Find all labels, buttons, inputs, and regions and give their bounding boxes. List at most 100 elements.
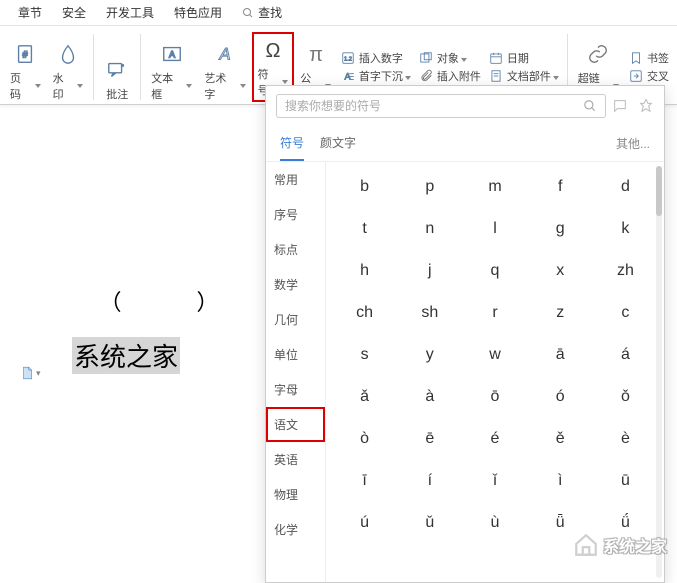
category-化学[interactable]: 化学 <box>266 512 325 547</box>
category-语文[interactable]: 语文 <box>266 407 325 442</box>
scrollbar-thumb[interactable] <box>656 166 662 216</box>
symbol-cell[interactable]: g <box>528 208 593 250</box>
symbol-cell[interactable]: ch <box>332 292 397 334</box>
symbol-cell[interactable]: b <box>332 166 397 208</box>
category-单位[interactable]: 单位 <box>266 337 325 372</box>
symbol-cell[interactable]: ǔ <box>397 502 462 544</box>
symbol-search-input[interactable] <box>285 99 583 113</box>
symbol-cell[interactable]: w <box>462 334 527 376</box>
menu-chapter[interactable]: 章节 <box>18 4 42 21</box>
symbol-cell[interactable]: é <box>462 418 527 460</box>
search-icon[interactable] <box>583 99 597 113</box>
menu-security[interactable]: 安全 <box>62 4 86 21</box>
symbol-cell[interactable]: y <box>397 334 462 376</box>
category-序号[interactable]: 序号 <box>266 197 325 232</box>
symbol-search[interactable] <box>276 94 606 118</box>
find-action[interactable]: 查找 <box>242 4 282 21</box>
symbol-cell[interactable]: x <box>528 250 593 292</box>
symbol-cell[interactable]: ù <box>462 502 527 544</box>
menubar: 章节 安全 开发工具 特色应用 查找 <box>0 0 677 26</box>
symbol-cell[interactable]: ā <box>528 334 593 376</box>
body-text: 系统之家 <box>72 337 180 374</box>
symbol-cell[interactable]: zh <box>593 250 658 292</box>
chat-icon[interactable] <box>612 98 628 114</box>
symbol-cell[interactable]: l <box>462 208 527 250</box>
symbol-cell[interactable]: r <box>462 292 527 334</box>
parentheses-text: （ ） <box>72 285 252 317</box>
tab-other[interactable]: 其他... <box>616 135 650 152</box>
symbol-cell[interactable]: m <box>462 166 527 208</box>
calendar-icon <box>489 51 503 65</box>
symbol-cell[interactable]: ǎ <box>332 376 397 418</box>
attachment-button[interactable]: 插入附件 <box>419 68 481 84</box>
wordart-button[interactable]: A 艺术字 <box>198 32 251 102</box>
menu-devtools[interactable]: 开发工具 <box>106 4 154 21</box>
doc-parts-button[interactable]: 文档部件 <box>489 68 559 84</box>
category-常用[interactable]: 常用 <box>266 162 325 197</box>
wordart-icon: A <box>214 43 236 65</box>
number-icon: 1.2 <box>341 51 355 65</box>
object-icon <box>419 51 433 65</box>
document-page[interactable]: （ ） 系统之家 <box>72 285 252 374</box>
symbol-cell[interactable]: à <box>397 376 462 418</box>
insert-number-button[interactable]: 1.2 插入数字 <box>341 50 411 66</box>
symbol-cell[interactable]: f <box>528 166 593 208</box>
symbol-cell[interactable]: z <box>528 292 593 334</box>
symbol-cell[interactable]: t <box>332 208 397 250</box>
symbol-cell[interactable]: p <box>397 166 462 208</box>
category-物理[interactable]: 物理 <box>266 477 325 512</box>
symbol-cell[interactable]: ō <box>462 376 527 418</box>
symbol-cell[interactable]: í <box>397 460 462 502</box>
symbol-cell[interactable]: ī <box>332 460 397 502</box>
document-icon <box>20 365 34 381</box>
category-英语[interactable]: 英语 <box>266 442 325 477</box>
symbol-cell[interactable]: j <box>397 250 462 292</box>
scrollbar[interactable] <box>656 166 662 578</box>
symbol-cell[interactable]: s <box>332 334 397 376</box>
category-list: 常用序号标点数学几何单位字母语文英语物理化学 <box>266 162 326 582</box>
annotate-button[interactable]: 批注 <box>98 32 136 102</box>
crossref-button[interactable]: 交叉 <box>629 68 669 84</box>
symbol-cell[interactable]: ǐ <box>462 460 527 502</box>
tab-emoji[interactable]: 颜文字 <box>320 126 356 161</box>
paperclip-icon <box>419 69 433 83</box>
symbol-cell[interactable]: ě <box>528 418 593 460</box>
bookmark-button[interactable]: 书签 <box>629 50 669 66</box>
symbol-cell[interactable]: è <box>593 418 658 460</box>
category-字母[interactable]: 字母 <box>266 372 325 407</box>
symbol-cell[interactable]: n <box>397 208 462 250</box>
symbol-cell[interactable]: c <box>593 292 658 334</box>
symbol-cell[interactable]: ē <box>397 418 462 460</box>
svg-text:#: # <box>23 50 29 60</box>
symbol-cell[interactable]: ū <box>593 460 658 502</box>
textbox-button[interactable]: A 文本框 <box>145 32 198 102</box>
symbol-cell[interactable]: h <box>332 250 397 292</box>
symbol-cell[interactable]: sh <box>397 292 462 334</box>
category-标点[interactable]: 标点 <box>266 232 325 267</box>
symbol-cell[interactable]: d <box>593 166 658 208</box>
page-number-button[interactable]: # 页码 <box>4 32 47 102</box>
symbol-cell[interactable]: ǒ <box>593 376 658 418</box>
pin-icon[interactable] <box>638 98 654 114</box>
symbol-cell[interactable]: k <box>593 208 658 250</box>
symbol-cell[interactable]: ì <box>528 460 593 502</box>
watermark-button[interactable]: 水印 <box>47 32 90 102</box>
crossref-icon <box>629 69 643 83</box>
category-数学[interactable]: 数学 <box>266 267 325 302</box>
symbol-cell[interactable]: ó <box>528 376 593 418</box>
category-几何[interactable]: 几何 <box>266 302 325 337</box>
symbol-cell[interactable]: ò <box>332 418 397 460</box>
drop-cap-button[interactable]: A 首字下沉 <box>341 68 411 84</box>
tab-symbols[interactable]: 符号 <box>280 126 304 161</box>
svg-text:π: π <box>309 44 323 66</box>
symbol-cell[interactable]: ú <box>332 502 397 544</box>
navigation-pane-button[interactable]: ▾ <box>20 365 41 381</box>
date-button[interactable]: 日期 <box>489 50 559 66</box>
doc-parts-icon <box>489 69 503 83</box>
textbox-icon: A <box>160 43 184 65</box>
symbol-cell[interactable]: á <box>593 334 658 376</box>
symbol-cell[interactable]: q <box>462 250 527 292</box>
menu-features[interactable]: 特色应用 <box>174 4 222 21</box>
bookmark-icon <box>629 51 643 65</box>
object-button[interactable]: 对象 <box>419 50 481 66</box>
